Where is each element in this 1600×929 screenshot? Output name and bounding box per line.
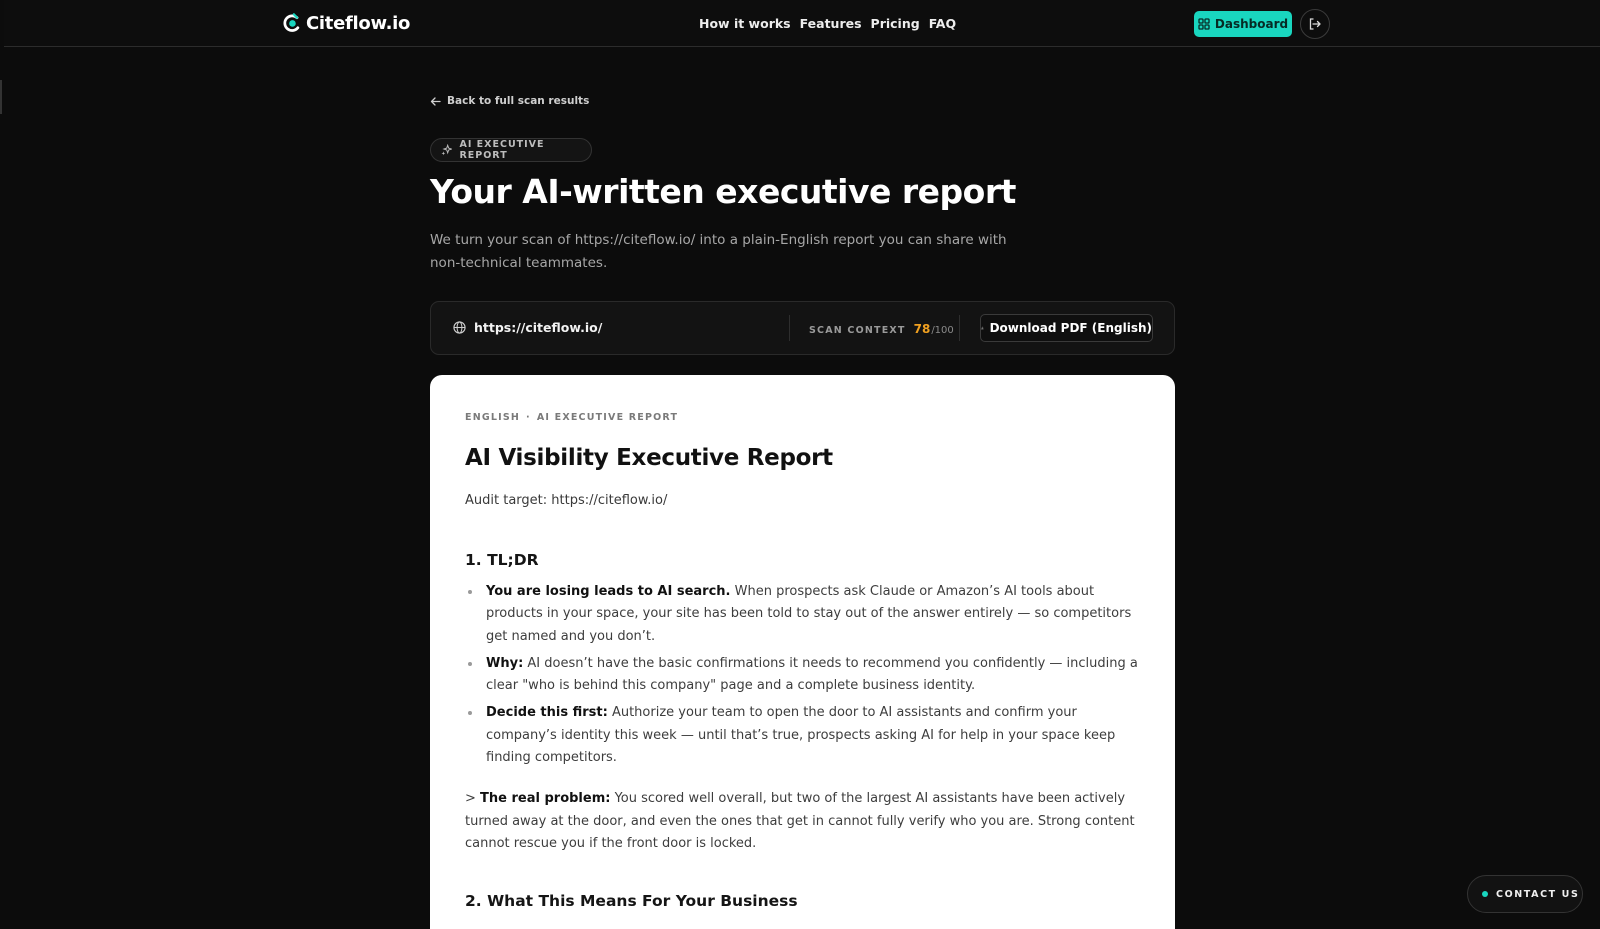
contact-label: CONTACT US: [1496, 888, 1580, 900]
nav-features[interactable]: Features: [800, 16, 862, 31]
nav-how-it-works[interactable]: How it works: [699, 16, 791, 31]
download-icon: [981, 326, 984, 330]
report-kind: AI EXECUTIVE REPORT: [536, 412, 679, 423]
scanned-url: https://citeflow.io/: [453, 320, 602, 335]
scan-context-label: SCAN CONTEXT: [809, 325, 906, 336]
bullet-lead: Decide this first:: [486, 705, 608, 721]
dashboard-label: Dashboard: [1214, 17, 1289, 31]
report-type-badge: AI EXECUTIVE REPORT: [430, 138, 592, 162]
problem-lead: The real problem:: [480, 791, 611, 806]
download-pdf-button[interactable]: Download PDF (English): [980, 314, 1153, 342]
back-link-label: Back to full scan results: [447, 95, 590, 107]
section-tldr-heading: 1. TL;DR: [465, 551, 539, 569]
main-nav: How it works Features Pricing FAQ: [699, 16, 956, 31]
bullet-lead: You are losing leads to AI search.: [486, 584, 731, 599]
report-card: ENGLISH · AI EXECUTIVE REPORT AI Visibil…: [430, 375, 1175, 929]
report-language: ENGLISH: [465, 412, 521, 423]
badge-label: AI EXECUTIVE REPORT: [459, 139, 545, 161]
audit-target: Audit target: https://citeflow.io/: [465, 493, 668, 508]
dashboard-grid-icon: [1198, 18, 1210, 30]
back-to-scan-link[interactable]: Back to full scan results: [430, 95, 589, 107]
divider: [959, 315, 960, 341]
status-dot: [1482, 891, 1488, 897]
top-navbar: Citeflow.io How it works Features Pricin…: [4, 0, 1600, 47]
sparkles-icon: [441, 144, 453, 156]
list-item: Why: AI doesn’t have the basic confirmat…: [465, 653, 1145, 698]
divider: [789, 315, 790, 341]
scan-info-bar: https://citeflow.io/ SCAN CONTEXT 78 /10…: [430, 301, 1175, 355]
scanned-url-text: https://citeflow.io/: [474, 320, 603, 335]
logout-icon: [1309, 18, 1321, 30]
nav-pricing[interactable]: Pricing: [871, 16, 920, 31]
report-title: AI Visibility Executive Report: [465, 445, 833, 471]
dashboard-button[interactable]: Dashboard: [1194, 11, 1292, 37]
real-problem-paragraph: > The real problem: You scored well over…: [465, 788, 1145, 856]
arrow-left-icon: [430, 96, 441, 106]
brand-name: Citeflow.io: [306, 12, 411, 34]
citeflow-logo-icon: [283, 13, 300, 32]
scroll-indicator: [0, 80, 2, 114]
scan-context: SCAN CONTEXT 78 /100: [809, 322, 954, 336]
meta-separator: ·: [526, 412, 531, 423]
download-pdf-label: Download PDF (English): [989, 321, 1152, 335]
scan-score: 78: [913, 322, 931, 336]
brand-logo[interactable]: Citeflow.io: [281, 11, 410, 35]
contact-us-button[interactable]: CONTACT US: [1467, 875, 1583, 913]
list-item: Decide this first: Authorize your team t…: [465, 702, 1145, 769]
bullet-lead: Why:: [486, 655, 524, 671]
nav-faq[interactable]: FAQ: [929, 16, 956, 31]
tldr-list: You are losing leads to AI search. When …: [465, 581, 1145, 774]
logout-button[interactable]: [1300, 9, 1330, 39]
report-meta: ENGLISH · AI EXECUTIVE REPORT: [465, 412, 678, 423]
globe-icon: [453, 321, 466, 334]
page-subtitle: We turn your scan of https://citeflow.io…: [430, 232, 1007, 271]
quote-prefix: >: [465, 791, 481, 806]
section-business-heading: 2. What This Means For Your Business: [465, 892, 798, 910]
scan-score-max: /100: [931, 325, 954, 336]
bullet-text: AI doesn’t have the basic confirmations …: [486, 655, 1138, 694]
list-item: You are losing leads to AI search. When …: [465, 581, 1145, 648]
page-title: Your AI-written executive report: [430, 172, 1016, 211]
